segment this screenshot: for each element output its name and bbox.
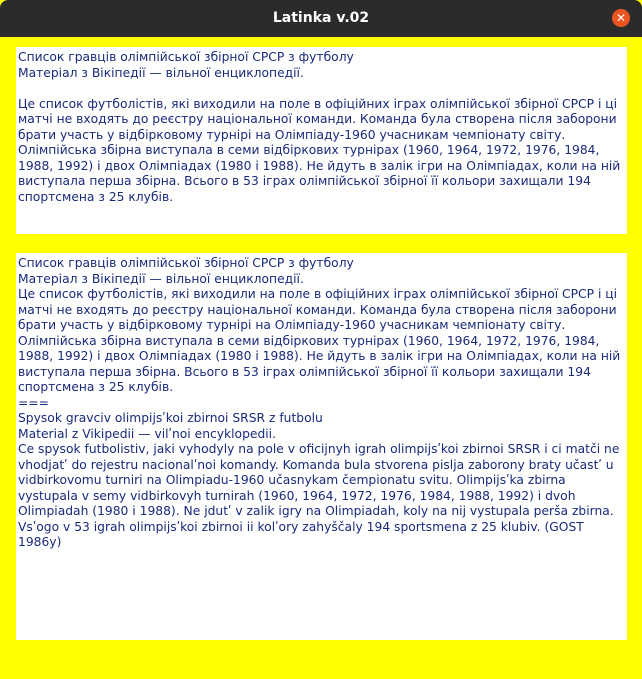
close-icon: ✕ (615, 11, 627, 25)
window-client-area: Список гравців олімпійської збірної СРСР… (0, 37, 642, 679)
window-title: Latinka v.02 (272, 10, 370, 26)
output-text-area[interactable]: Список гравців олімпійської збірної СРСР… (16, 253, 627, 640)
input-text-area[interactable]: Список гравців олімпійської збірної СРСР… (16, 47, 627, 234)
close-button[interactable]: ✕ (612, 9, 630, 27)
title-bar[interactable]: Latinka v.02 ✕ (0, 0, 642, 37)
